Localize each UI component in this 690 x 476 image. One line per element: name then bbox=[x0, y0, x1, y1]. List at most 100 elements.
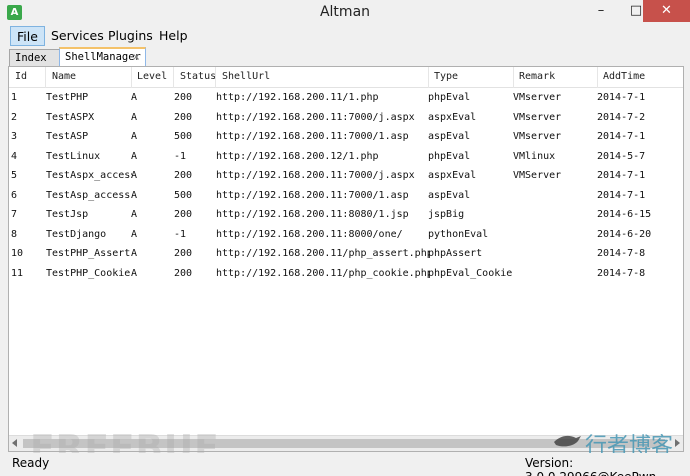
cell-status: 200 bbox=[174, 111, 193, 123]
scroll-left-arrow-icon[interactable] bbox=[12, 439, 17, 447]
cell-addtime: 2014-7-8 bbox=[597, 267, 646, 279]
cell-addtime: 2014-5-7 bbox=[597, 150, 646, 162]
title-bar: A Altman – □ ✕ bbox=[0, 0, 690, 26]
cell-type: phpAssert bbox=[428, 248, 483, 259]
cell-level: A bbox=[131, 92, 138, 103]
cell-status: 200 bbox=[174, 267, 193, 279]
cell-level: A bbox=[131, 248, 138, 259]
menu-file[interactable]: File bbox=[10, 26, 45, 46]
cell-name: TestLinux bbox=[46, 150, 101, 162]
column-header-type[interactable]: Type bbox=[428, 67, 514, 88]
table-row[interactable]: 1 TestPHP A 200 http://192.168.200.11/1.… bbox=[9, 88, 683, 108]
column-header-shellurl[interactable]: ShellUrl bbox=[216, 67, 429, 88]
cell-id: 3 bbox=[11, 131, 18, 142]
table-row[interactable]: 7 TestJsp A 200 http://192.168.200.11:80… bbox=[9, 205, 683, 225]
tab-index[interactable]: Index bbox=[9, 49, 60, 67]
table-row[interactable]: 11 TestPHP_Cookie A 200 http://192.168.2… bbox=[9, 264, 683, 284]
cell-remark bbox=[513, 225, 598, 244]
menu-services[interactable]: Services bbox=[45, 26, 110, 46]
cell-name: TestAsp_access bbox=[46, 189, 131, 201]
cell-addtime: 2014-7-8 bbox=[597, 248, 646, 259]
cell-status: -1 bbox=[174, 228, 187, 240]
cell-type: aspEval bbox=[428, 131, 471, 142]
table-row[interactable]: 2 TestASPX A 200 http://192.168.200.11:7… bbox=[9, 108, 683, 128]
cell-shellurl: http://192.168.200.11/1.php bbox=[216, 92, 379, 103]
cell-shellurl: http://192.168.200.11:7000/j.aspx bbox=[216, 111, 415, 123]
cell-level: A bbox=[131, 267, 138, 279]
cell-name: TestPHP_Assert bbox=[46, 248, 131, 259]
cell-status: 200 bbox=[174, 170, 193, 181]
cell-name: TestASPX bbox=[46, 111, 95, 123]
table-row[interactable]: 3 TestASP A 500 http://192.168.200.11:70… bbox=[9, 127, 683, 147]
cell-id: 8 bbox=[11, 228, 18, 240]
cell-status: 200 bbox=[174, 209, 193, 220]
menu-plugins[interactable]: Plugins bbox=[102, 26, 159, 46]
table-row[interactable]: 8 TestDjango A -1 http://192.168.200.11:… bbox=[9, 225, 683, 245]
column-header-name[interactable]: Name bbox=[46, 67, 132, 88]
cell-id: 6 bbox=[11, 189, 18, 201]
cell-name: TestDjango bbox=[46, 228, 107, 240]
cell-type: phpEval bbox=[428, 150, 471, 162]
cell-status: 500 bbox=[174, 189, 193, 201]
column-header-status[interactable]: Status bbox=[174, 67, 216, 88]
minimize-button[interactable]: – bbox=[587, 0, 615, 22]
cell-remark bbox=[513, 244, 598, 263]
cell-addtime: 2014-7-1 bbox=[597, 170, 646, 181]
tab-shellmanager[interactable]: ShellManager × bbox=[59, 47, 146, 67]
column-header-level[interactable]: Level bbox=[131, 67, 174, 88]
cell-id: 10 bbox=[11, 248, 24, 259]
cell-level: A bbox=[131, 228, 138, 240]
cell-addtime: 2014-7-1 bbox=[597, 131, 646, 142]
cell-remark bbox=[513, 264, 598, 283]
table-row[interactable]: 4 TestLinux A -1 http://192.168.200.12/1… bbox=[9, 147, 683, 167]
table-row[interactable]: 6 TestAsp_access A 500 http://192.168.20… bbox=[9, 186, 683, 206]
menu-help[interactable]: Help bbox=[153, 26, 194, 46]
menu-bar: File Services Plugins Help bbox=[0, 26, 690, 47]
cell-addtime: 2014-6-20 bbox=[597, 228, 652, 240]
cell-name: TestASP bbox=[46, 131, 89, 142]
cell-remark bbox=[513, 186, 598, 205]
cell-shellurl: http://192.168.200.11/php_assert.php bbox=[216, 248, 429, 259]
cell-type: phpEval bbox=[428, 92, 471, 103]
cell-shellurl: http://192.168.200.11:8080/1.jsp bbox=[216, 209, 409, 220]
scroll-right-arrow-icon[interactable] bbox=[675, 439, 680, 447]
cell-shellurl: http://192.168.200.11:7000/1.asp bbox=[216, 189, 409, 201]
cell-type: aspxEval bbox=[428, 170, 477, 181]
column-header-remark[interactable]: Remark bbox=[513, 67, 598, 88]
cell-id: 7 bbox=[11, 209, 18, 220]
table-row[interactable]: 5 TestAspx_access A 200 http://192.168.2… bbox=[9, 166, 683, 186]
cell-shellurl: http://192.168.200.11:7000/1.asp bbox=[216, 131, 409, 142]
cell-level: A bbox=[131, 111, 138, 123]
cell-addtime: 2014-7-1 bbox=[597, 92, 646, 103]
shell-list: Id Name Level Status ShellUrl Type Remar… bbox=[8, 66, 684, 452]
cell-id: 1 bbox=[11, 92, 18, 103]
cell-type: pythonEval bbox=[428, 228, 489, 240]
column-header-addtime[interactable]: AddTime bbox=[597, 67, 683, 88]
table-row[interactable]: 10 TestPHP_Assert A 200 http://192.168.2… bbox=[9, 244, 683, 264]
cell-remark: VMServer bbox=[513, 170, 562, 181]
tab-close-icon[interactable]: × bbox=[132, 50, 140, 66]
cell-type: aspEval bbox=[428, 189, 471, 201]
cell-level: A bbox=[131, 209, 138, 220]
cell-name: TestJsp bbox=[46, 209, 89, 220]
cell-id: 2 bbox=[11, 111, 18, 123]
cell-remark bbox=[513, 205, 598, 224]
tab-strip: Index ShellManager × bbox=[0, 47, 690, 67]
column-header-id[interactable]: Id bbox=[9, 67, 46, 88]
close-button[interactable]: ✕ bbox=[643, 0, 690, 22]
cell-status: 500 bbox=[174, 131, 193, 142]
cell-addtime: 2014-6-15 bbox=[597, 209, 652, 220]
version-label: Version: 3.0.0.29966@KeePwn bbox=[525, 456, 656, 476]
cell-id: 5 bbox=[11, 170, 18, 181]
cell-level: A bbox=[131, 150, 138, 162]
cell-remark: VMserver bbox=[513, 92, 562, 103]
cell-type: aspxEval bbox=[428, 111, 477, 123]
cell-status: -1 bbox=[174, 150, 187, 162]
cell-name: TestPHP bbox=[46, 92, 89, 103]
cell-type: jspBig bbox=[428, 209, 465, 220]
cell-shellurl: http://192.168.200.12/1.php bbox=[216, 150, 379, 162]
cell-addtime: 2014-7-1 bbox=[597, 189, 646, 201]
bird-logo-icon bbox=[554, 435, 581, 447]
cell-level: A bbox=[131, 170, 138, 181]
cell-type: phpEval_Cookie bbox=[428, 267, 513, 279]
